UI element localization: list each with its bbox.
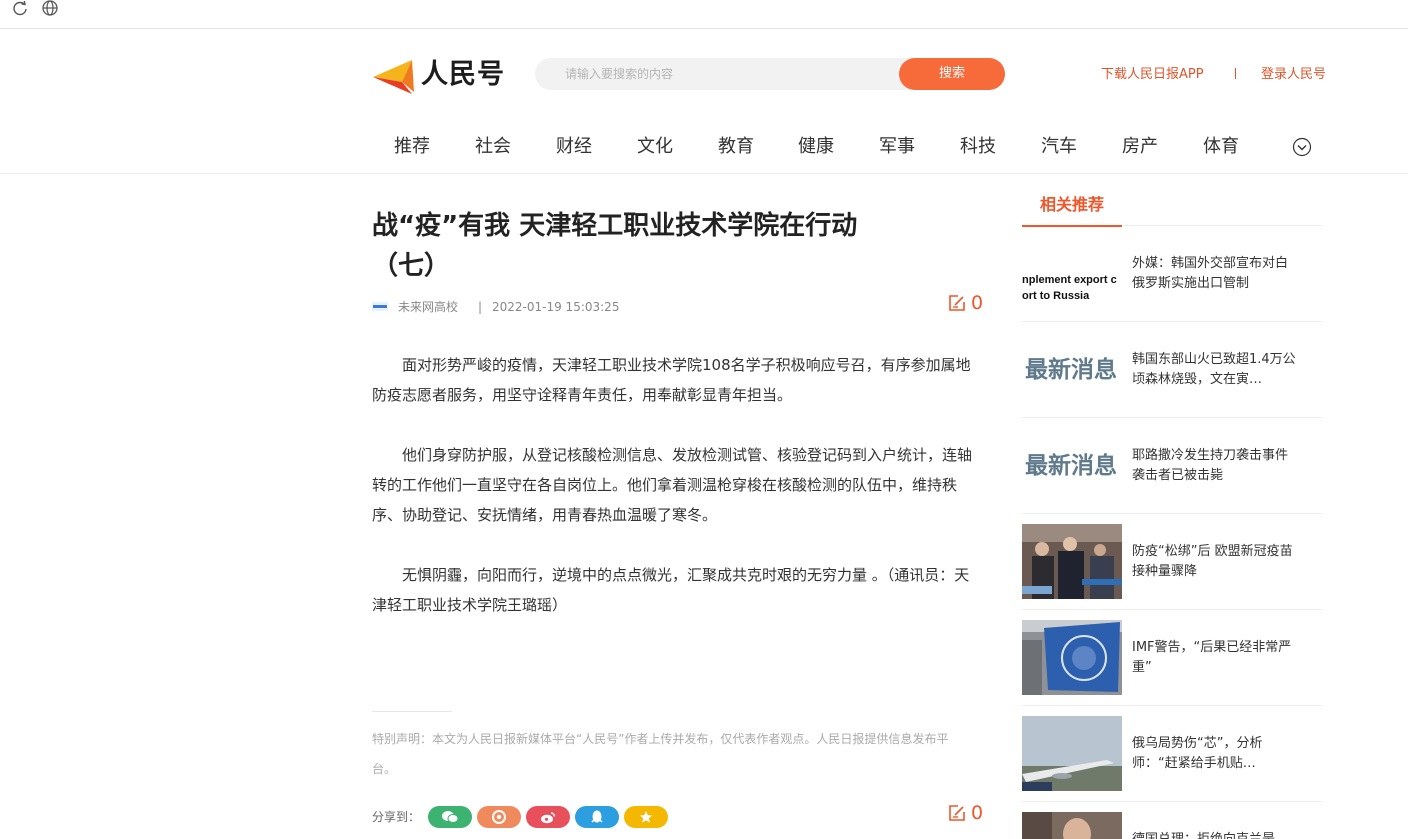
card-divider	[1022, 321, 1322, 322]
nav-item-finance[interactable]: 财经	[556, 134, 592, 160]
source-logo-icon	[372, 302, 388, 311]
comment-count[interactable]: 0	[971, 292, 983, 314]
nav-item-recommend[interactable]: 推荐	[394, 134, 430, 160]
tab-related[interactable]: 相关推荐	[1040, 194, 1104, 216]
notice-divider	[372, 711, 452, 712]
nav-item-tech[interactable]: 科技	[960, 134, 996, 160]
imf-photo	[1022, 620, 1122, 695]
crowd-photo	[1022, 524, 1122, 599]
thumbnail-text: ort to Russia	[1022, 290, 1090, 302]
card-divider	[1022, 609, 1322, 610]
tab-underline	[1022, 225, 1122, 227]
news-thumbnail[interactable]	[1022, 812, 1122, 839]
card-divider	[1022, 801, 1322, 802]
nav-divider	[0, 173, 1408, 174]
logo-text: 人民号	[421, 59, 505, 90]
news-thumbnail[interactable]	[1022, 524, 1122, 599]
nav-item-society[interactable]: 社会	[475, 134, 511, 160]
comment-icon[interactable]	[948, 294, 966, 312]
news-title[interactable]: 防疫“松绑”后 欧盟新冠疫苗接种量骤降	[1132, 542, 1298, 582]
news-title[interactable]: 耶路撒冷发生持刀袭击事件 袭击者已被击毙	[1132, 446, 1298, 486]
news-thumbnail[interactable]: 最新消息	[1022, 337, 1122, 412]
thumbnail-text: 最新消息	[1025, 356, 1117, 383]
share-wechat-button[interactable]	[428, 806, 472, 828]
qzone-star-icon	[639, 811, 653, 823]
share-label: 分享到：	[372, 810, 421, 824]
moments-icon	[492, 810, 506, 824]
nav-item-culture[interactable]: 文化	[637, 134, 673, 160]
share-weibo-button[interactable]	[526, 806, 570, 828]
news-title[interactable]: IMF警告，“后果已经非常严重”	[1132, 638, 1298, 678]
wechat-icon	[442, 811, 459, 823]
share-qzone-button[interactable]	[624, 806, 668, 828]
nav-item-auto[interactable]: 汽车	[1041, 134, 1077, 160]
news-thumbnail[interactable]	[1022, 620, 1122, 695]
news-title[interactable]: 德国总理：拒绝向克兰是	[1132, 830, 1298, 839]
search-button[interactable]: 搜索	[899, 58, 1005, 90]
news-title[interactable]: 俄乌局势伤“芯”，分析师：“赶紧给手机贴…	[1132, 734, 1298, 774]
comment-count-bottom[interactable]: 0	[971, 802, 983, 824]
share-qq-button[interactable]	[575, 806, 619, 828]
news-title[interactable]: 韩国东部山火已致超1.4万公顷森林烧毁，文在寅…	[1132, 350, 1298, 390]
copyright-notice: 特别声明：本文为人民日报新媒体平台“人民号”作者上传并发布，仅代表作者观点。人民…	[372, 732, 949, 776]
thumbnail-text: nplement export c	[1022, 274, 1117, 286]
card-divider	[1022, 417, 1322, 418]
meta-separator: |	[478, 300, 483, 314]
qq-icon	[591, 810, 603, 823]
nav-item-military[interactable]: 军事	[879, 134, 915, 160]
chevron-down-icon[interactable]	[1292, 137, 1312, 157]
article-paragraph: 无惧阴霾，向阳而行，逆境中的点点微光，汇聚成共克时艰的无穷力量 。（通讯员：天津…	[372, 566, 970, 614]
news-thumbnail[interactable]: nplement export c ort to Russia	[1022, 244, 1122, 319]
news-thumbnail[interactable]: 最新消息	[1022, 433, 1122, 508]
nav-item-realestate[interactable]: 房产	[1122, 134, 1158, 160]
reload-icon[interactable]	[11, 0, 29, 18]
card-divider	[1022, 513, 1322, 514]
thumbnail-text: 最新消息	[1025, 452, 1117, 479]
weibo-icon	[541, 811, 556, 823]
header-divider	[1235, 68, 1236, 79]
share-moments-button[interactable]	[477, 806, 521, 828]
person-photo	[1022, 812, 1122, 839]
globe-icon[interactable]	[41, 0, 59, 18]
article-date: 2022-01-19 15:03:25	[492, 300, 620, 314]
nav-item-health[interactable]: 健康	[798, 134, 834, 160]
article-title: 战“疫”有我 天津轻工职业技术学院在行动 （七）	[372, 206, 932, 286]
browser-toolbar	[0, 0, 1408, 29]
login-link[interactable]: 登录人民号	[1261, 66, 1326, 84]
news-title[interactable]: 外媒：韩国外交部宣布对白俄罗斯实施出口管制	[1132, 254, 1298, 294]
article-title-line1: 战“疫”有我 天津轻工职业技术学院在行动	[372, 211, 858, 241]
airplane-photo	[1022, 716, 1122, 791]
article-source[interactable]: 未来网高校	[398, 299, 458, 315]
nav-item-education[interactable]: 教育	[718, 134, 754, 160]
article-paragraph: 面对形势严峻的疫情，天津轻工职业技术学院108名学子积极响应号召，有序参加属地防…	[372, 356, 971, 404]
card-divider	[1022, 705, 1322, 706]
comment-icon[interactable]	[948, 804, 966, 822]
nav-item-sports[interactable]: 体育	[1203, 134, 1239, 160]
download-app-link[interactable]: 下载人民日报APP	[1101, 66, 1204, 84]
article-title-line2: （七）	[372, 251, 451, 281]
article-paragraph: 他们身穿防护服，从登记核酸检测信息、发放检测试管、核验登记码到入户统计，连轴转的…	[372, 446, 973, 524]
news-thumbnail[interactable]	[1022, 716, 1122, 791]
search-input[interactable]	[565, 58, 895, 90]
sidebar-rule	[1122, 225, 1322, 226]
